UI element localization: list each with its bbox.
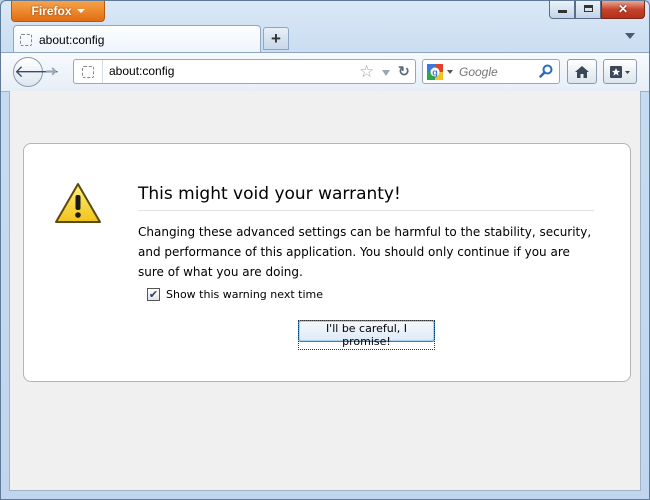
- firefox-menu-label: Firefox: [31, 3, 72, 18]
- new-tab-button[interactable]: +: [263, 27, 289, 50]
- warning-title: This might void your warranty!: [138, 184, 594, 211]
- search-input[interactable]: [459, 60, 533, 83]
- close-icon: ✕: [617, 2, 629, 16]
- maximize-button[interactable]: [575, 1, 601, 19]
- firefox-menu-button[interactable]: Firefox: [11, 1, 105, 22]
- back-button[interactable]: 🡐: [13, 57, 60, 87]
- ill-be-careful-label: I'll be careful, I promise!: [298, 320, 435, 350]
- warning-message: Changing these advanced settings can be …: [138, 225, 592, 279]
- search-icon[interactable]: [539, 64, 553, 78]
- ill-be-careful-button[interactable]: I'll be careful, I promise!: [298, 320, 435, 350]
- search-bar[interactable]: g: [422, 59, 560, 84]
- forward-arrow-icon: ➜: [45, 63, 58, 80]
- page-icon: [20, 33, 32, 46]
- checkmark-icon: ✔: [148, 288, 159, 301]
- bookmarks-menu-icon: [610, 65, 630, 78]
- window-controls: ✕: [549, 1, 645, 19]
- url-bar[interactable]: ☆ ↻: [73, 59, 416, 84]
- plus-icon: +: [271, 29, 281, 48]
- history-dropdown-icon[interactable]: [382, 70, 390, 76]
- bookmark-star-icon[interactable]: ☆: [359, 62, 374, 81]
- bookmarks-button[interactable]: [603, 59, 637, 84]
- browser-window: Firefox ✕ about:config + 🡐 ➜ about:confi…: [0, 0, 650, 500]
- show-warning-checkbox[interactable]: ✔: [147, 288, 160, 301]
- list-all-tabs-icon[interactable]: [625, 33, 635, 39]
- navigation-toolbar: 🡐 ➜ ☆ ↻ g: [1, 52, 649, 92]
- reload-icon[interactable]: ↻: [398, 62, 410, 81]
- url-input[interactable]: [109, 60, 349, 83]
- show-warning-label: Show this warning next time: [166, 288, 324, 301]
- tab-label: about:config: [39, 32, 105, 47]
- page-icon: [82, 65, 94, 78]
- tab-about-config[interactable]: about:config: [13, 25, 261, 53]
- warning-icon: [55, 183, 101, 223]
- close-button[interactable]: ✕: [601, 1, 645, 19]
- warning-card: This might void your warranty! Changing …: [23, 143, 631, 382]
- show-warning-checkbox-row[interactable]: ✔ Show this warning next time: [147, 288, 323, 301]
- site-identity-button[interactable]: [74, 60, 103, 83]
- minimize-icon: [558, 10, 567, 13]
- svg-text:g: g: [432, 67, 438, 77]
- engine-dropdown-icon[interactable]: [447, 70, 453, 74]
- home-button[interactable]: [567, 59, 597, 84]
- minimize-button[interactable]: [549, 1, 575, 19]
- maximize-icon: [584, 5, 593, 12]
- forward-button[interactable]: ➜: [45, 62, 58, 80]
- home-icon: [575, 65, 589, 78]
- page-content: This might void your warranty! Changing …: [9, 91, 641, 491]
- google-icon[interactable]: g: [427, 64, 443, 80]
- chevron-down-icon: [76, 9, 85, 13]
